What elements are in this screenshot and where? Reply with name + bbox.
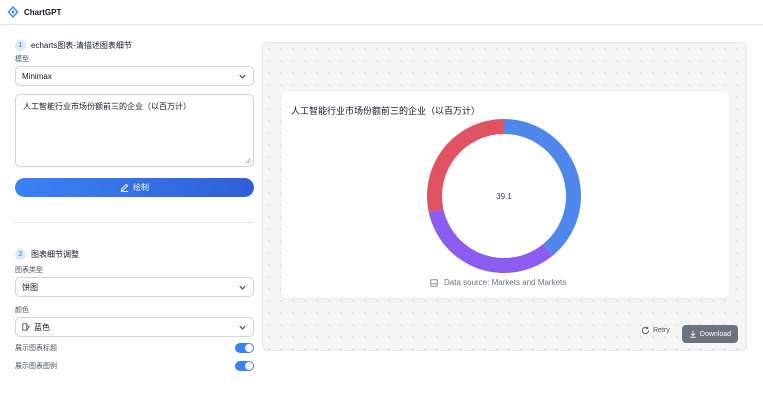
draw-button-label: 绘制	[133, 183, 149, 192]
donut-slice-2[interactable]	[428, 209, 553, 273]
chartgpt-logo-icon	[7, 6, 19, 18]
toggle-row-title: 展示图表标题	[15, 343, 254, 353]
download-icon	[690, 330, 696, 338]
step-2-number: 2	[15, 249, 26, 260]
download-label: Download	[699, 330, 732, 338]
donut-slice-3[interactable]	[427, 119, 504, 213]
draw-button[interactable]: 绘制	[15, 178, 254, 197]
model-select[interactable]: Minimax	[15, 66, 254, 86]
toggle-title-label: 展示图表标题	[15, 345, 57, 352]
app-title: ChartGPT	[24, 7, 62, 17]
step-1-number: 1	[15, 40, 26, 51]
chart-type-value: 饼图	[22, 282, 38, 292]
center-label: 39.1	[496, 192, 512, 201]
color-select[interactable]: 蓝色	[15, 317, 254, 337]
chevron-down-icon	[239, 74, 246, 79]
edit-icon	[120, 183, 129, 192]
top-bar: ChartGPT	[0, 0, 763, 25]
download-button[interactable]: Download	[682, 325, 738, 343]
control-panel: 1 echarts图表-清描述图表细节 模型 Minimax 人工智能行业市场份…	[15, 40, 254, 371]
step-1-title: echarts图表-清描述图表细节	[31, 41, 132, 50]
prompt-textarea[interactable]: 人工智能行业市场份额前三的企业（以百万计）	[15, 94, 254, 167]
step-2-header: 2 图表细节调整	[15, 249, 254, 260]
step-1-header: 1 echarts图表-清描述图表细节	[15, 40, 254, 51]
donut-slice-1[interactable]	[504, 119, 581, 256]
chart-card: 人工智能行业市场份额前三的企业（以百万计） 39.1 Data source: …	[281, 91, 729, 298]
retry-button[interactable]: Retry	[641, 326, 670, 335]
model-label: 模型	[15, 56, 29, 63]
prompt-text: 人工智能行业市场份额前三的企业（以百万计）	[23, 102, 191, 111]
resize-handle-icon[interactable]	[245, 158, 251, 164]
color-value: 蓝色	[34, 322, 50, 332]
data-source: Data source: Markets and Markets	[430, 278, 566, 287]
retry-label: Retry	[653, 327, 670, 334]
section-divider	[15, 222, 254, 223]
chart-type-select[interactable]: 饼图	[15, 277, 254, 297]
database-icon	[430, 278, 438, 287]
chevron-down-icon	[239, 325, 246, 330]
show-legend-toggle[interactable]	[235, 361, 254, 371]
chart-type-label: 图表类型	[15, 267, 43, 274]
refresh-icon	[641, 326, 650, 335]
show-title-toggle[interactable]	[235, 343, 254, 353]
toggle-row-legend: 展示图表图例	[15, 361, 254, 371]
toggle-legend-label: 展示图表图例	[15, 363, 57, 370]
chevron-down-icon	[239, 285, 246, 290]
color-label: 颜色	[15, 307, 29, 314]
palette-icon	[22, 323, 30, 331]
model-value: Minimax	[22, 71, 52, 81]
step-2-title: 图表细节调整	[31, 250, 79, 259]
data-source-text: Data source: Markets and Markets	[444, 278, 567, 287]
donut-chart: 39.1	[427, 119, 581, 273]
